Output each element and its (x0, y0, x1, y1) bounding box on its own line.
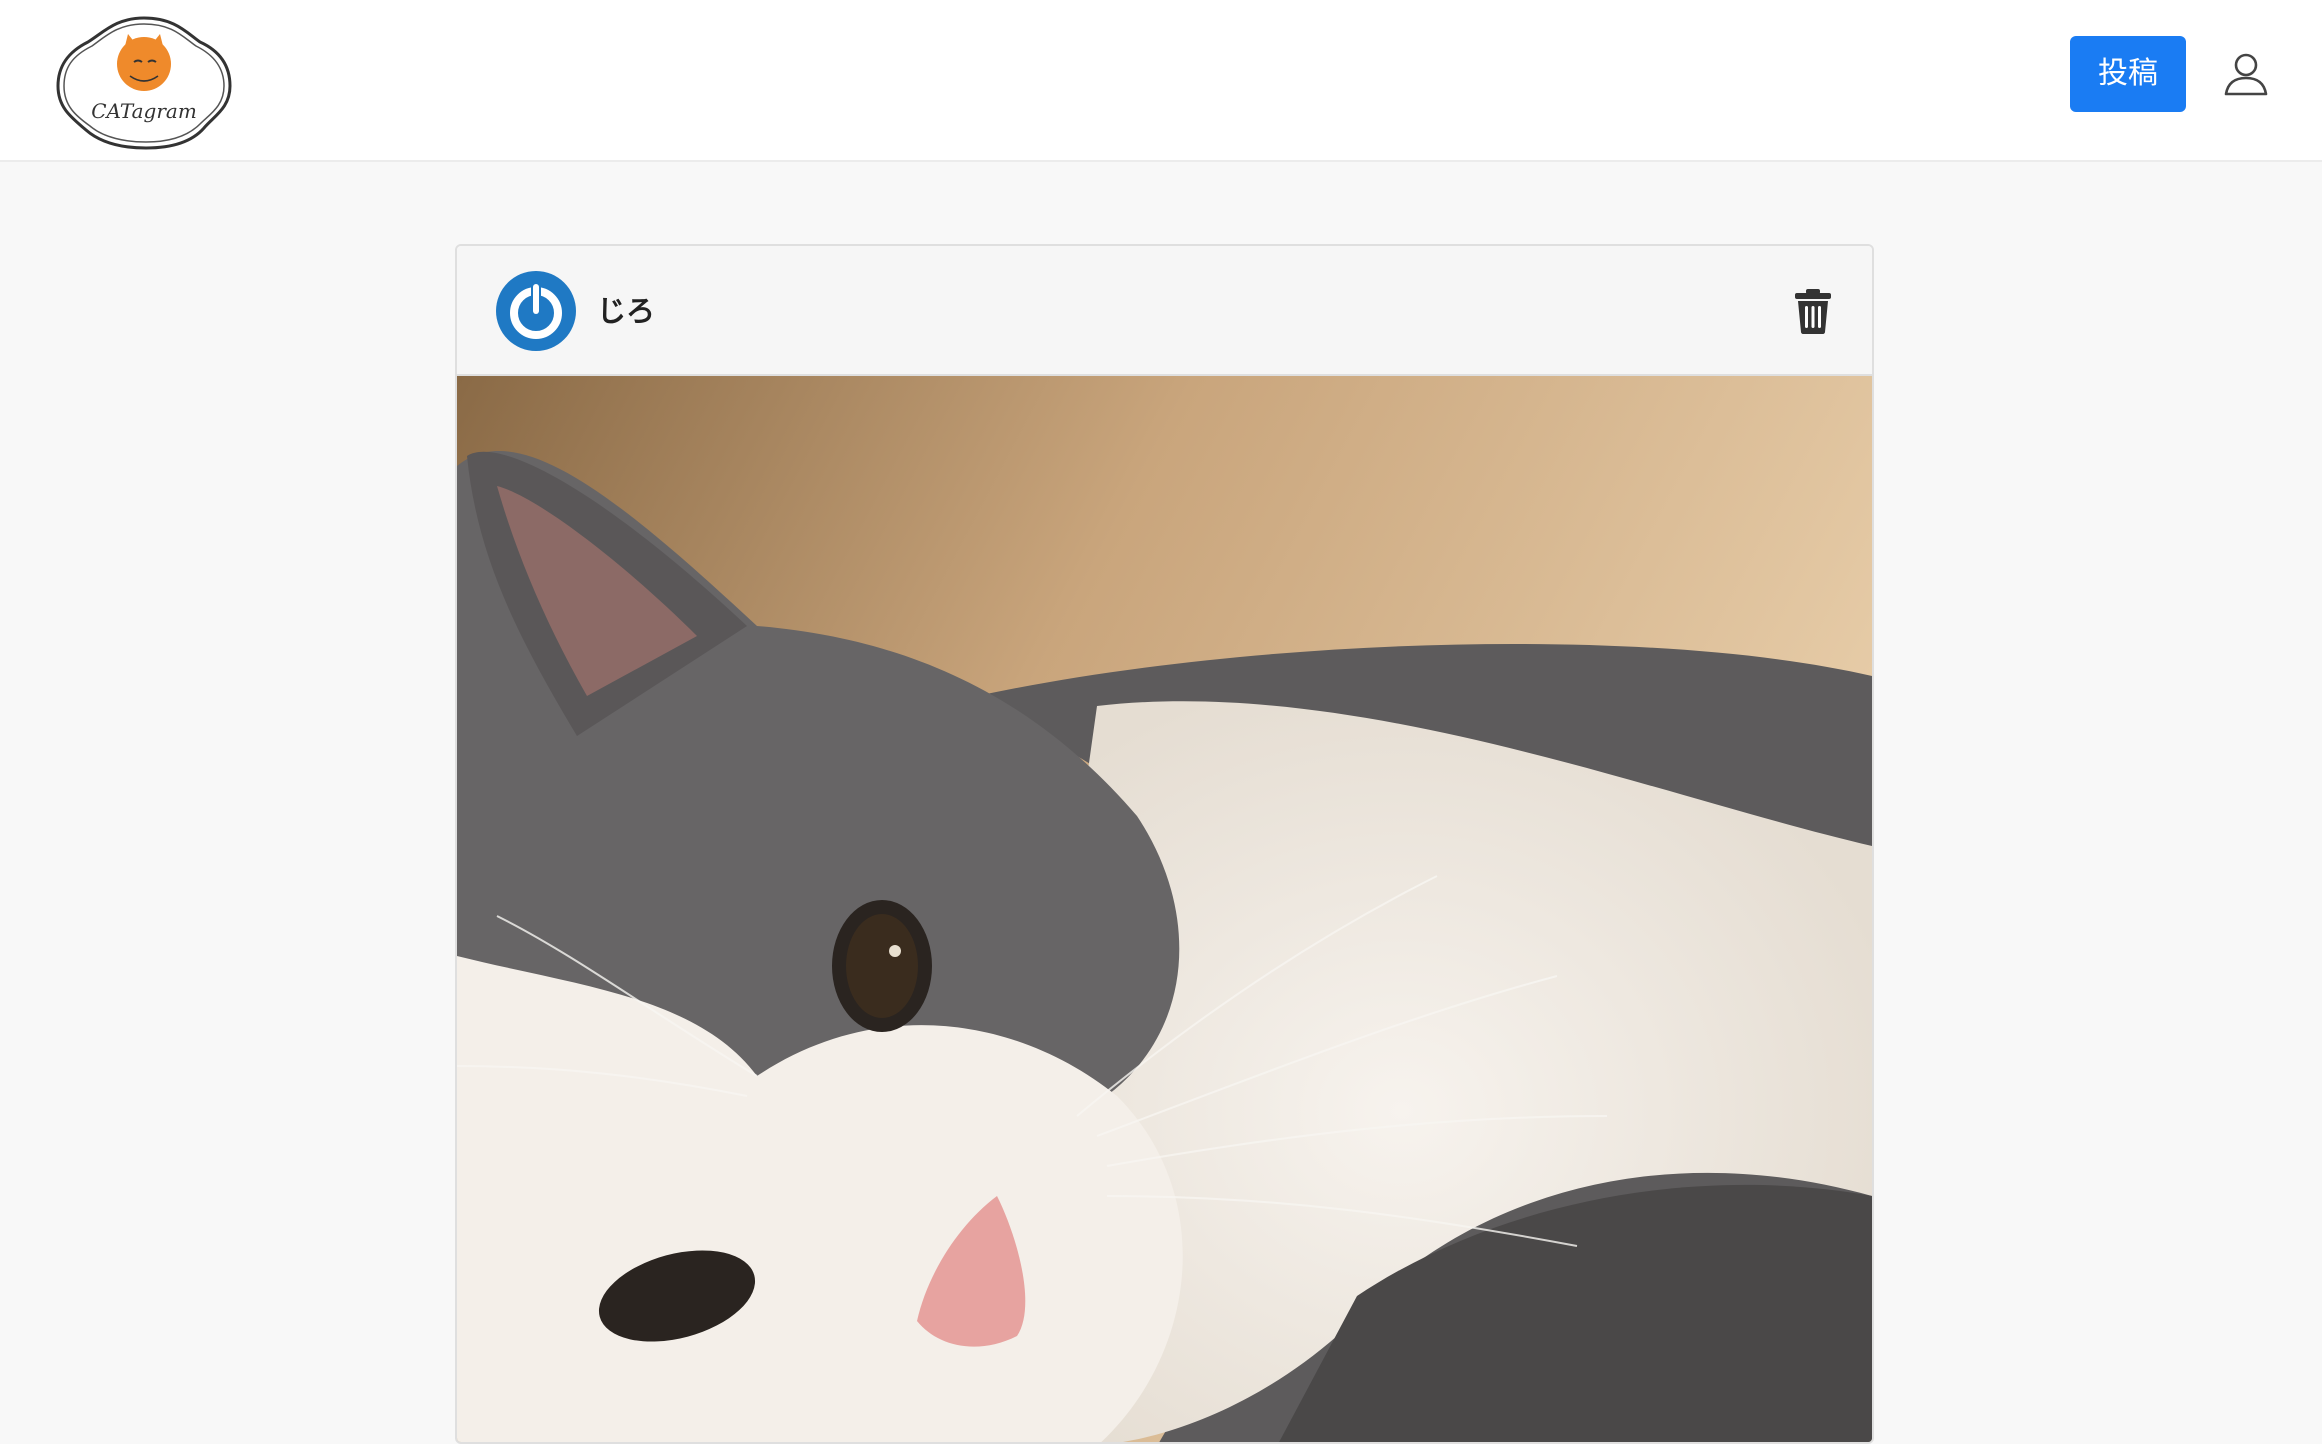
post-image[interactable] (457, 376, 1872, 1442)
post-button[interactable]: 投稿 (2070, 36, 2186, 112)
catagram-logo[interactable]: CATagram (54, 12, 234, 154)
user-avatar[interactable] (495, 270, 577, 352)
user-profile-icon[interactable] (2222, 50, 2270, 98)
post-username[interactable]: じろ (597, 288, 655, 334)
svg-text:CATagram: CATagram (91, 99, 197, 123)
trash-icon[interactable] (1793, 288, 1833, 334)
post-header: じろ (457, 246, 1872, 376)
post-card: じろ (455, 244, 1874, 1444)
top-navbar: CATagram 投稿 (0, 0, 2322, 162)
